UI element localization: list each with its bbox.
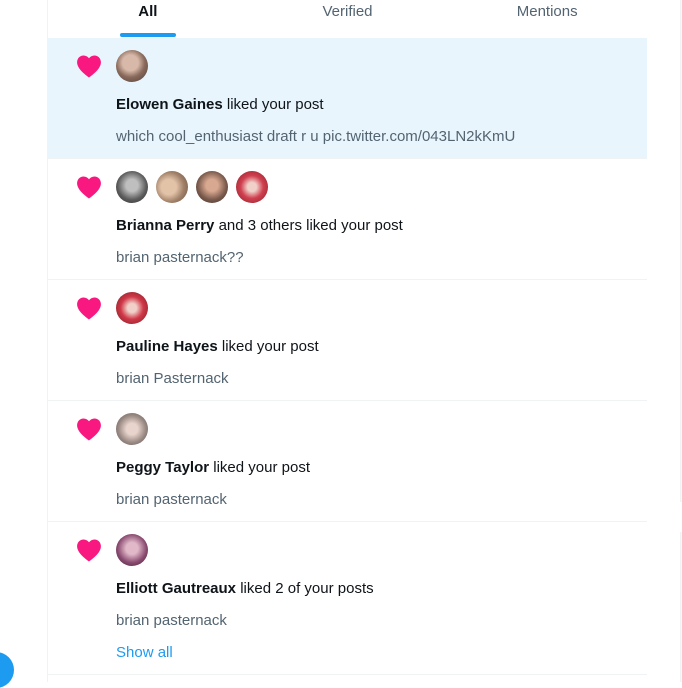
notification-item[interactable]: Elowen Gaines liked your post which cool… [48, 38, 647, 159]
notification-action: liked 2 of your posts [240, 580, 374, 597]
heart-icon [77, 176, 101, 199]
avatar[interactable] [116, 50, 148, 82]
notification-text: Brianna Perry and 3 others liked your po… [116, 217, 403, 234]
avatar-group [116, 534, 148, 566]
notification-action: liked your post [213, 459, 310, 476]
user-name[interactable]: Pauline Hayes [116, 338, 218, 355]
post-preview: brian pasternack [116, 491, 227, 508]
user-name[interactable]: Brianna Perry [116, 217, 214, 234]
notification-action: and 3 others liked your post [218, 217, 403, 234]
avatar[interactable] [236, 171, 268, 203]
heart-icon [77, 297, 101, 320]
tab-verified-label: Verified [322, 3, 373, 20]
post-preview: brian Pasternack [116, 370, 229, 387]
avatar[interactable] [116, 534, 148, 566]
avatar-group [116, 171, 268, 203]
notification-item[interactable]: Pauline Hayes liked your post brian Past… [48, 280, 647, 401]
notifications-column: All Verified Mentions Elowen Gaines like… [47, 0, 648, 682]
user-name[interactable]: Peggy Taylor [116, 459, 209, 476]
show-all-link[interactable]: Show all [116, 644, 173, 661]
avatar[interactable] [196, 171, 228, 203]
avatar[interactable] [156, 171, 188, 203]
tab-mentions-label: Mentions [516, 3, 578, 20]
avatar-group [116, 413, 148, 445]
right-sidebar [647, 0, 682, 682]
left-gutter [0, 0, 47, 682]
tab-all[interactable]: All [48, 0, 248, 38]
notification-item[interactable]: Peggy Taylor liked your post brian paste… [48, 401, 647, 522]
notification-item[interactable]: Elliott Gautreaux liked 2 of your posts … [48, 522, 647, 675]
notification-action: liked your post [221, 338, 319, 355]
notification-action: liked your post [226, 96, 324, 113]
user-name[interactable]: Elliott Gautreaux [116, 580, 236, 597]
heart-icon [77, 539, 101, 562]
post-preview: brian pasternack?? [116, 249, 244, 266]
notification-text: Pauline Hayes liked your post [116, 338, 319, 355]
avatar-group [116, 292, 148, 324]
post-preview: brian pasternack [116, 612, 227, 629]
avatar-group [116, 50, 148, 82]
avatar[interactable] [116, 292, 148, 324]
notification-text: Elliott Gautreaux liked 2 of your posts [116, 580, 374, 597]
user-name[interactable]: Elowen Gaines [116, 96, 223, 113]
avatar[interactable] [116, 171, 148, 203]
tab-all-label: All [138, 3, 158, 20]
post-preview: which cool_enthusiast draft r u pic.twit… [116, 128, 516, 145]
tab-verified[interactable]: Verified [248, 0, 448, 38]
tab-mentions[interactable]: Mentions [447, 0, 647, 38]
heart-icon [77, 55, 101, 78]
notification-text: Peggy Taylor liked your post [116, 459, 310, 476]
notification-tabs: All Verified Mentions [48, 0, 647, 38]
notification-text: Elowen Gaines liked your post [116, 96, 324, 113]
avatar[interactable] [116, 413, 148, 445]
notification-item[interactable]: Brianna Perry and 3 others liked your po… [48, 159, 647, 280]
heart-icon [77, 418, 101, 441]
active-tab-indicator [119, 33, 176, 37]
